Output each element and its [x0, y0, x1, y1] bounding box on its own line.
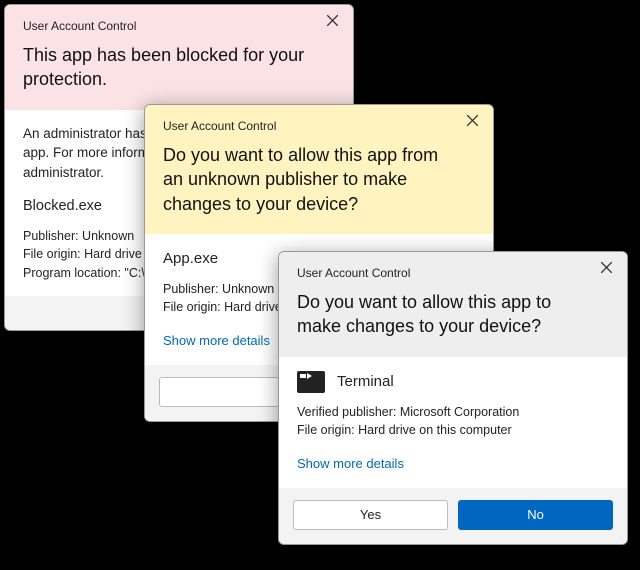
close-icon — [327, 13, 338, 31]
dialog-title: User Account Control — [297, 266, 587, 280]
terminal-icon — [297, 371, 325, 393]
uac-dialog-verified: User Account Control Do you want to allo… — [278, 251, 628, 545]
show-more-link[interactable]: Show more details — [297, 455, 404, 474]
dialog-body: Terminal Verified publisher: Microsoft C… — [279, 357, 627, 488]
dialog-header: User Account Control This app has been b… — [5, 5, 353, 110]
app-name: Terminal — [337, 371, 394, 393]
close-button[interactable] — [455, 109, 489, 135]
dialog-title: User Account Control — [23, 19, 313, 33]
no-button[interactable]: No — [458, 500, 613, 530]
dialog-heading: This app has been blocked for your prote… — [23, 43, 313, 92]
dialog-heading: Do you want to allow this app to make ch… — [297, 290, 587, 339]
show-more-link[interactable]: Show more details — [163, 332, 270, 351]
origin-line: File origin: Hard drive on this computer — [297, 421, 609, 439]
app-row: Terminal — [297, 371, 609, 393]
publisher-line: Verified publisher: Microsoft Corporatio… — [297, 403, 609, 421]
yes-button[interactable]: Yes — [293, 500, 448, 530]
dialog-header: User Account Control Do you want to allo… — [145, 105, 493, 234]
dialog-footer: Yes No — [279, 488, 627, 544]
close-button[interactable] — [589, 256, 623, 282]
close-icon — [601, 260, 612, 278]
close-button[interactable] — [315, 9, 349, 35]
close-icon — [467, 113, 478, 131]
dialog-heading: Do you want to allow this app from an un… — [163, 143, 453, 216]
dialog-header: User Account Control Do you want to allo… — [279, 252, 627, 357]
dialog-title: User Account Control — [163, 119, 453, 133]
